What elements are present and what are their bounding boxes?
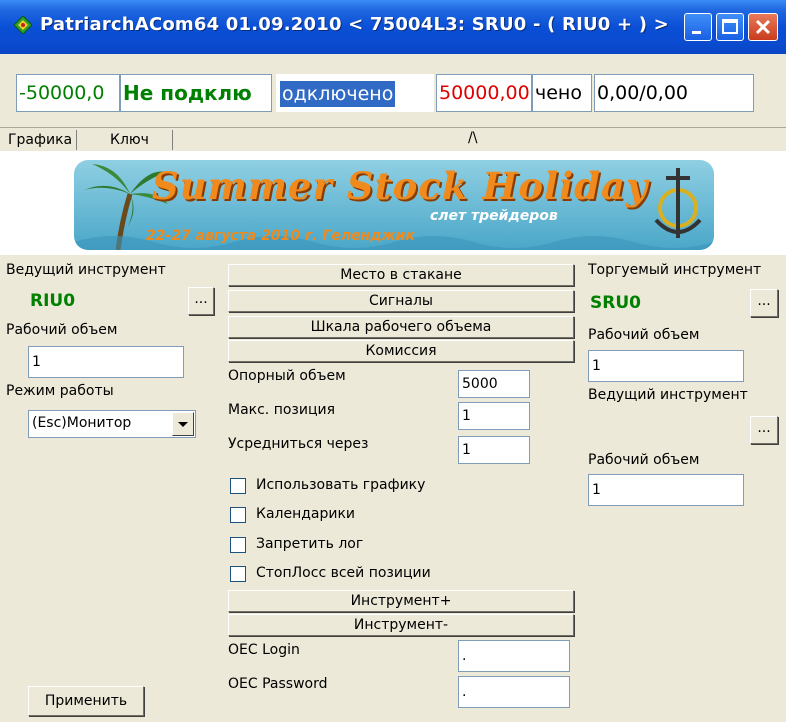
volume-scale-button[interactable]: Шкала рабочего объема [228, 316, 574, 338]
status-field-position[interactable]: -50000,0 [16, 74, 120, 112]
status-field-connection-2[interactable]: одключено [276, 74, 434, 112]
right-lead-volume-input[interactable]: 1 [588, 474, 744, 506]
close-button[interactable] [748, 13, 778, 41]
minimize-icon [692, 31, 701, 34]
lead-volume-label: Рабочий объем [6, 322, 118, 338]
traded-instrument-browse-button[interactable]: ... [750, 289, 778, 317]
oec-password-input[interactable]: . [458, 676, 570, 708]
promo-banner[interactable]: Summer Stock Holiday слет трейдеров 22-2… [74, 160, 714, 250]
banner-subtitle: слет трейдеров [430, 208, 558, 224]
apply-button[interactable]: Применить [28, 686, 144, 716]
tab-key[interactable]: Ключ [106, 130, 173, 150]
mode-label: Режим работы [6, 383, 114, 399]
tab-graphics[interactable]: Графика [4, 130, 78, 150]
right-lead-instrument-browse-button[interactable]: ... [750, 416, 778, 444]
commission-button[interactable]: Комиссия [228, 340, 574, 362]
lead-instrument-label: Ведущий инструмент [6, 262, 166, 278]
close-icon [755, 19, 771, 35]
disable-log-checkbox[interactable] [230, 537, 246, 553]
base-volume-input[interactable]: 5000 [458, 370, 530, 398]
stoploss-all-checkbox[interactable] [230, 566, 246, 582]
maximize-button[interactable] [716, 13, 744, 41]
oec-login-input[interactable]: . [458, 640, 570, 672]
lead-volume-input[interactable]: 1 [28, 346, 184, 378]
status-field-limit[interactable]: 50000,00 [436, 74, 532, 112]
instrument-minus-button[interactable]: Инструмент- [228, 614, 574, 636]
stoploss-all-label: СтопЛосс всей позиции [256, 565, 431, 581]
use-graphics-checkbox[interactable] [230, 478, 246, 494]
order-book-place-button[interactable]: Место в стакане [228, 264, 574, 286]
use-graphics-label: Использовать графику [256, 477, 426, 493]
calendars-checkbox[interactable] [230, 507, 246, 523]
status-field-pnl[interactable]: 0,00/0,00 [594, 74, 754, 112]
title-bar[interactable]: PatriarchACom64 01.09.2010 < 75004L3: SR… [0, 0, 786, 54]
signals-button[interactable]: Сигналы [228, 290, 574, 312]
lead-instrument-value: RIU0 [30, 291, 76, 311]
traded-instrument-value: SRU0 [590, 293, 641, 313]
mode-select-value: (Esc)Монитор [32, 415, 132, 431]
max-position-label: Макс. позиция [228, 402, 336, 418]
instrument-plus-button[interactable]: Инструмент+ [228, 590, 574, 612]
app-icon [14, 16, 32, 34]
banner-title: Summer Stock Holiday [152, 164, 649, 208]
status-field-connection-1[interactable]: Не подклю [120, 74, 272, 112]
status-position-text: -50000,0 [19, 82, 105, 104]
chevron-down-icon[interactable] [172, 412, 194, 436]
right-lead-instrument-label: Ведущий инструмент [588, 387, 748, 403]
average-through-label: Усредниться через [228, 436, 369, 452]
window-title: PatriarchACom64 01.09.2010 < 75004L3: SR… [40, 14, 669, 35]
calendars-label: Календарики [256, 506, 356, 522]
maximize-icon [722, 19, 738, 34]
status-pnl-text: 0,00/0,00 [597, 82, 689, 104]
status-limit-text: 50000,00 [439, 82, 530, 104]
lead-instrument-browse-button[interactable]: ... [188, 287, 214, 315]
mode-select[interactable]: (Esc)Монитор [28, 410, 196, 438]
base-volume-label: Опорный объем [228, 368, 346, 384]
status-field-connection-3[interactable]: чено [532, 74, 592, 112]
banner-date: 22-27 августа 2010 г. Геленджик [146, 228, 415, 244]
app-window: PatriarchACom64 01.09.2010 < 75004L3: SR… [0, 0, 786, 722]
traded-instrument-label: Торгуемый инструмент [588, 262, 762, 278]
tab-scroll-marker[interactable]: /\ [468, 130, 477, 146]
status-connection-3-text: чено [535, 82, 582, 104]
average-through-input[interactable]: 1 [458, 436, 530, 464]
status-connection-2-text: одключено [280, 81, 396, 107]
max-position-input[interactable]: 1 [458, 402, 530, 430]
right-lead-volume-label: Рабочий объем [588, 452, 700, 468]
oec-password-label: OEC Password [228, 676, 328, 692]
traded-volume-input[interactable]: 1 [588, 350, 744, 382]
minimize-button[interactable] [684, 13, 712, 41]
traded-volume-label: Рабочий объем [588, 327, 700, 343]
status-connection-1-text: Не подклю [123, 81, 252, 105]
oec-login-label: OEC Login [228, 642, 300, 658]
disable-log-label: Запретить лог [256, 536, 364, 552]
